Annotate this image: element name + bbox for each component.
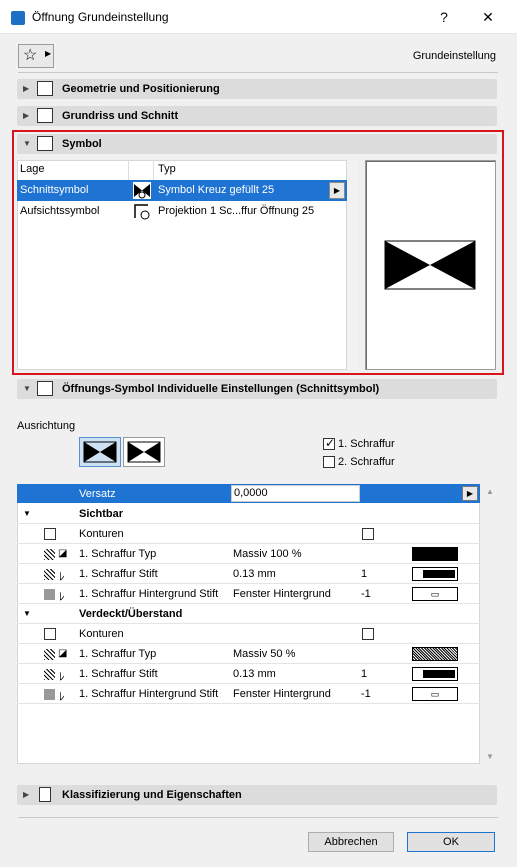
panel-label: Öffnungs-Symbol Individuelle Einstellung… [62,383,380,395]
row-pen-number: -1 [361,688,371,700]
collapse-icon: ▼ [23,509,31,518]
highlight-frame [12,130,504,375]
ausrichtung-label: Ausrichtung [17,420,76,432]
fill-icon: ◪ [58,648,68,659]
konturen-label: Konturen [79,628,124,640]
panel-klassifizierung[interactable]: ▶ Klassifizierung und Eigenschaften [17,785,497,805]
pen-icon: ﾚ [59,591,65,603]
panel-geometrie[interactable]: ▶ Geometrie und Positionierung [17,79,497,99]
versatz-input[interactable]: 0,0000 [231,485,360,502]
background-icon [44,689,55,700]
monitor-icon[interactable]: ▭ [412,587,458,601]
group-header-sichtbar[interactable]: ▼ Sichtbar [17,504,480,524]
panel-label: Geometrie und Positionierung [62,83,220,95]
cancel-button[interactable]: Abbrechen [308,832,394,852]
star-icon: ☆ [23,47,38,64]
collapse-icon: ▼ [23,609,31,618]
row-label: 1. Schraffur Stift [79,668,158,680]
row-value: 0.13 mm [233,668,276,680]
preset-label: Grundeinstellung [412,50,496,62]
orientation-vertical-button[interactable] [123,437,165,467]
fill-swatch[interactable] [412,547,458,561]
schraffur1-checkbox[interactable] [323,436,335,450]
pen-icon: ﾚ [59,571,65,583]
hatch-icon [44,569,55,580]
panel-label: Klassifizierung und Eigenschaften [62,789,242,801]
schraffur2-checkbox[interactable] [323,456,335,468]
ok-button[interactable]: OK [407,832,495,852]
konturen-left-checkbox[interactable] [44,628,56,640]
konturen-right-checkbox[interactable] [362,628,374,640]
schraffur2-label: 2. Schraffur [338,456,395,468]
collapse-icon: ▼ [23,384,31,393]
konturen-row[interactable]: Konturen [17,624,480,644]
pen-swatch[interactable] [412,567,458,581]
background-icon [44,589,55,600]
table-row[interactable]: ﾚ 1. Schraffur Hintergrund Stift Fenster… [17,684,480,704]
table-row[interactable]: ◪ 1. Schraffur Typ Massiv 50 % [17,644,480,664]
hatch-icon [44,549,55,560]
geometry-icon [37,81,53,96]
panel-label: Grundriss und Schnitt [62,110,179,122]
chevron-right-icon: ▶ [45,49,52,58]
scroll-down-icon[interactable]: ▼ [486,752,494,761]
panel-grundriss[interactable]: ▶ Grundriss und Schnitt [17,106,497,126]
table-row[interactable]: ﾚ 1. Schraffur Stift 0.13 mm 1 [17,564,480,584]
konturen-left-checkbox[interactable] [44,528,56,540]
group-label: Sichtbar [79,508,124,520]
divider [18,817,498,818]
group-header-verdeckt[interactable]: ▼ Verdeckt/Überstand [17,604,480,624]
row-label: 1. Schraffur Stift [79,568,158,580]
versatz-label: Versatz [79,488,116,500]
row-pen-number: 1 [361,568,368,580]
expand-icon: ▶ [23,111,30,120]
hatch-icon [44,669,55,680]
row-value: Massiv 100 % [233,548,302,560]
schraffur1-label: 1. Schraffur [338,438,395,450]
floorplan-icon [37,108,53,123]
settings-symbol-icon [37,381,53,396]
row-value: Fenster Hintergrund [233,588,331,600]
group-label: Verdeckt/Überstand [79,608,183,620]
pen-swatch[interactable] [412,667,458,681]
orientation-horizontal-button[interactable] [79,437,121,467]
bowtie-icon [83,441,117,463]
table-row[interactable]: ﾚ 1. Schraffur Stift 0.13 mm 1 [17,664,480,684]
row-label: 1. Schraffur Hintergrund Stift [79,588,219,600]
monitor-icon[interactable]: ▭ [412,687,458,701]
favorites-button[interactable]: ☆ ▶ [18,44,54,68]
pen-icon: ﾚ [59,691,65,703]
divider [18,72,498,73]
help-button[interactable]: ? [434,8,454,26]
row-value: Fenster Hintergrund [233,688,331,700]
row-label: 1. Schraffur Hintergrund Stift [79,688,219,700]
scroll-up-icon[interactable]: ▲ [486,487,494,496]
konturen-label: Konturen [79,528,124,540]
fill-icon: ◪ [58,548,68,559]
row-value: 0.13 mm [233,568,276,580]
close-button[interactable]: ✕ [478,8,498,26]
table-row[interactable]: ﾚ 1. Schraffur Hintergrund Stift Fenster… [17,584,480,604]
app-icon [11,11,25,25]
konturen-right-checkbox[interactable] [362,528,374,540]
konturen-row[interactable]: Konturen [17,524,480,544]
expand-icon: ▶ [23,790,30,799]
panel-individuell[interactable]: ▼ Öffnungs-Symbol Individuelle Einstellu… [17,379,497,399]
document-icon [39,787,51,802]
table-row[interactable]: ◪ 1. Schraffur Typ Massiv 100 % [17,544,480,564]
fill-swatch[interactable] [412,647,458,661]
row-label: 1. Schraffur Typ [79,648,157,660]
row-label: 1. Schraffur Typ [79,548,157,560]
row-pen-number: -1 [361,588,371,600]
window-title: Öffnung Grundeinstellung [32,10,169,24]
pen-icon: ﾚ [59,671,65,683]
row-value: Massiv 50 % [233,648,296,660]
row-pen-number: 1 [361,668,368,680]
chevron-right-icon[interactable]: ▶ [462,486,478,501]
hatch-icon [44,649,55,660]
expand-icon: ▶ [23,84,30,93]
bowtie-icon [127,441,161,463]
